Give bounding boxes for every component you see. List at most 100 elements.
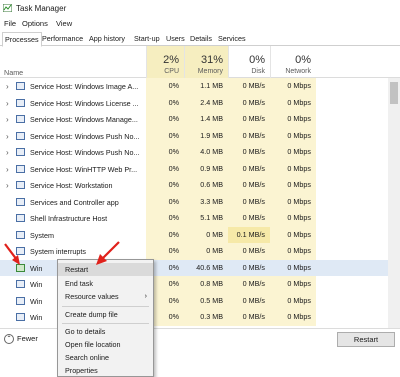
memory-value: 0.8 MB (184, 276, 228, 293)
network-value: 0 Mbps (270, 309, 316, 326)
disk-value: 0 MB/s (228, 243, 270, 260)
tab-start-up[interactable]: Start-up (132, 32, 162, 46)
process-icon (16, 296, 25, 305)
menu-separator (62, 323, 149, 324)
column-disk[interactable]: 0% Disk (228, 46, 270, 78)
network-value: 0 Mbps (270, 160, 316, 177)
fewer-details-label: Fewer (17, 334, 38, 343)
fewer-details-button[interactable]: ⌃ Fewer (4, 334, 38, 345)
task-manager-icon (3, 4, 12, 12)
process-icon (16, 214, 25, 222)
network-value: 0 Mbps (270, 111, 316, 128)
table-row[interactable]: › Service Host: Windows Image A... 0% 1.1 M… (0, 78, 388, 95)
table-row[interactable]: Shell Infrastructure Host 0% 5.1 MB 0 MB/s 0… (0, 210, 388, 227)
process-icon (16, 313, 25, 321)
menu-item-open-file-location[interactable]: Open file location (58, 338, 153, 351)
disk-label: Disk (251, 68, 265, 75)
cpu-value: 0% (146, 210, 184, 227)
process-name: Service Host: WinHTTP Web Pr... (30, 164, 138, 174)
expand-chevron-icon[interactable]: › (6, 148, 9, 157)
memory-value: 1.1 MB (184, 78, 228, 95)
disk-value: 0 MB/s (228, 78, 270, 95)
menu-file[interactable]: File (4, 19, 16, 28)
process-icon (16, 131, 25, 140)
process-icon (16, 230, 25, 239)
menu-bar: File Options View (0, 17, 400, 30)
expand-chevron-icon[interactable]: › (6, 132, 9, 141)
disk-value: 0 MB/s (228, 193, 270, 210)
table-row[interactable]: System 0% 0 MB 0.1 MB/s 0 Mbps (0, 226, 388, 243)
network-value: 0 Mbps (270, 177, 316, 194)
memory-value: 0 MB (184, 226, 228, 243)
disk-total: 0% (249, 54, 265, 66)
memory-value: 0.9 MB (184, 160, 228, 177)
memory-value: 3.3 MB (184, 193, 228, 210)
menu-item-create-dump-file[interactable]: Create dump file (58, 308, 153, 321)
tab-performance[interactable]: Performance (40, 32, 85, 46)
tab-details[interactable]: Details (188, 32, 214, 46)
tab-strip: Processes Performance App history Start-… (0, 32, 400, 47)
tab-processes[interactable]: Processes (2, 32, 42, 47)
process-name: Service Host: Windows Push No... (30, 131, 140, 141)
vertical-scrollbar[interactable] (388, 78, 400, 328)
memory-label: Memory (197, 68, 223, 75)
menu-view[interactable]: View (56, 19, 72, 28)
cpu-value: 0% (146, 226, 184, 243)
disk-value: 0 MB/s (228, 210, 270, 227)
network-total: 0% (295, 54, 311, 66)
network-value: 0 Mbps (270, 276, 316, 293)
menu-item-search-online[interactable]: Search online (58, 351, 153, 364)
table-row[interactable]: › Service Host: Workstation 0% 0.6 MB 0 MB/s… (0, 177, 388, 194)
restart-button[interactable]: Restart (337, 332, 395, 347)
column-name[interactable]: Name (4, 68, 23, 77)
process-name: Service Host: Workstation (30, 181, 113, 190)
scrollbar-thumb[interactable] (390, 82, 398, 104)
cpu-total: 2% (163, 54, 179, 66)
network-value: 0 Mbps (270, 226, 316, 243)
disk-value: 0 MB/s (228, 292, 270, 309)
expand-chevron-icon[interactable]: › (6, 181, 9, 190)
disk-value: 0 MB/s (228, 127, 270, 144)
red-arrow-to-process-icon (4, 243, 20, 265)
table-row[interactable]: › Service Host: WinHTTP Web Pr... 0% 0.9 MB… (0, 160, 388, 177)
process-icon (16, 164, 25, 173)
disk-value: 0 MB/s (228, 94, 270, 111)
table-row[interactable]: › Service Host: Windows Manage... 0% 1.4 MB… (0, 111, 388, 128)
context-menu: Restart End task Resource values › Creat… (57, 259, 154, 377)
expand-chevron-icon[interactable]: › (6, 99, 9, 108)
table-row[interactable]: Services and Controller app 0% 3.3 MB 0 MB/… (0, 193, 388, 210)
column-network[interactable]: 0% Network (270, 46, 316, 78)
tab-services[interactable]: Services (216, 32, 248, 46)
menu-item-properties[interactable]: Properties (58, 364, 153, 377)
table-row[interactable]: › Service Host: Windows Push No... 0% 1.9 M… (0, 127, 388, 144)
expand-chevron-icon[interactable]: › (6, 165, 9, 174)
menu-options[interactable]: Options (22, 19, 48, 28)
cpu-value: 0% (146, 94, 184, 111)
tab-users[interactable]: Users (164, 32, 187, 46)
disk-value: 0 MB/s (242, 262, 265, 272)
resource-values-label: Resource values (65, 292, 119, 301)
disk-value: 0 MB/s (228, 177, 270, 194)
process-name: Services and Controller app (30, 197, 119, 207)
menu-item-end-task[interactable]: End task (58, 277, 153, 290)
table-row[interactable]: System interrupts 0% 0 MB 0 MB/s 0 Mbps (0, 243, 388, 260)
process-name: Shell Infrastructure Host (30, 214, 108, 223)
table-row[interactable]: › Service Host: Windows Push No... 0% 4.0 M… (0, 144, 388, 161)
process-name: System (30, 230, 54, 240)
process-icon (16, 82, 25, 90)
expand-chevron-icon[interactable]: › (6, 82, 9, 91)
column-cpu[interactable]: 2% CPU (146, 46, 184, 78)
cpu-value: 0% (146, 144, 184, 161)
cpu-value: 0% (146, 78, 184, 95)
process-name: System interrupts (30, 247, 86, 256)
disk-value: 0.1 MB/s (228, 226, 270, 243)
table-row[interactable]: › Service Host: Windows License ... 0% 2.4 … (0, 94, 388, 111)
network-value: 0 Mbps (270, 144, 316, 161)
memory-value: 0.5 MB (184, 292, 228, 309)
menu-item-go-to-details[interactable]: Go to details (58, 325, 153, 338)
column-memory[interactable]: 31% Memory (184, 46, 228, 78)
tab-app-history[interactable]: App history (87, 32, 127, 46)
expand-chevron-icon[interactable]: › (6, 115, 9, 124)
network-value: 0 Mbps (270, 193, 316, 210)
menu-item-resource-values[interactable]: Resource values › (58, 290, 153, 303)
